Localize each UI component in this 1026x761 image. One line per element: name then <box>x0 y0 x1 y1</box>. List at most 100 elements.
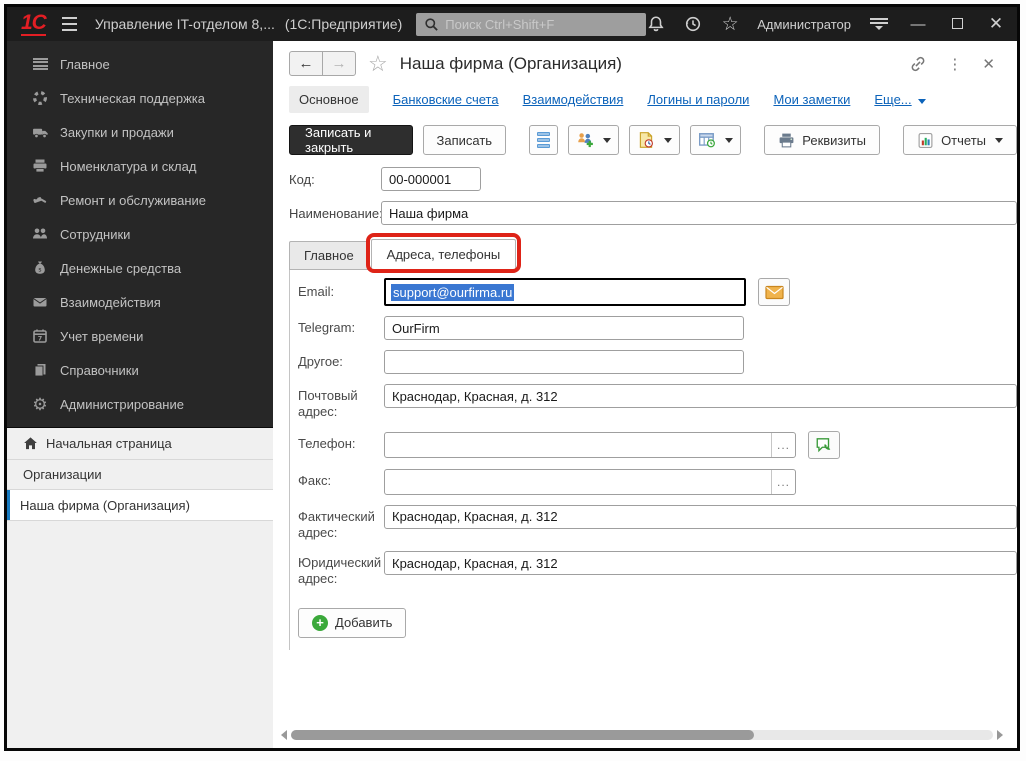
sidebar-item-vzaimodeystviya[interactable]: Взаимодействия <box>7 285 273 319</box>
fax-ellipsis-button[interactable]: ... <box>771 470 795 494</box>
svg-text:7: 7 <box>38 334 43 342</box>
sidebar-item-label: Администрирование <box>60 397 184 412</box>
link-more[interactable]: Еще... <box>874 92 925 107</box>
fax-value[interactable] <box>385 470 771 494</box>
chevron-down-icon <box>725 138 733 143</box>
favorites-star-icon[interactable]: ☆ <box>720 14 740 34</box>
link-logins-passwords[interactable]: Логины и пароли <box>647 92 749 107</box>
subtab-addresses-label: Адреса, телефоны <box>387 247 501 262</box>
sidebar-item-remont[interactable]: Ремонт и обслуживание <box>7 183 273 217</box>
naimenovanie-input[interactable]: Наша фирма <box>381 201 1017 225</box>
save-and-close-button[interactable]: Записать и закрыть <box>289 125 413 155</box>
close-window-button[interactable]: ✕ <box>985 14 1007 34</box>
home-icon <box>23 436 38 451</box>
telegram-input[interactable]: OurFirm <box>384 316 744 340</box>
scroll-left-icon[interactable] <box>281 730 287 740</box>
sidebar-item-glavnoe[interactable]: Главное <box>7 47 273 81</box>
sidebar-item-sotrudniki[interactable]: Сотрудники <box>7 217 273 251</box>
calendar-icon: 7 <box>31 327 49 345</box>
tab-osnovnoe[interactable]: Основное <box>289 86 369 113</box>
scroll-right-icon[interactable] <box>997 730 1003 740</box>
email-input[interactable]: support@ourfirma.ru <box>384 278 746 306</box>
main-menu-icon[interactable] <box>62 17 77 31</box>
more-menu-icon[interactable]: ⋮ <box>947 55 962 73</box>
sidebar-page-label: Наша фирма (Организация) <box>20 498 190 513</box>
otchety-button[interactable]: Отчеты <box>903 125 1017 155</box>
global-search-input[interactable]: Поиск Ctrl+Shift+F <box>416 13 646 36</box>
actual-address-input[interactable]: Краснодар, Красная, д. 312 <box>384 505 1017 529</box>
scrollbar-track[interactable] <box>291 730 993 740</box>
postal-address-input[interactable]: Краснодар, Красная, д. 312 <box>384 384 1017 408</box>
menu-lines-icon <box>31 55 49 73</box>
telegram-label: Telegram: <box>298 320 384 336</box>
other-input[interactable] <box>384 350 744 374</box>
history-icon[interactable] <box>683 14 703 34</box>
phone-input[interactable]: ... <box>384 432 796 458</box>
phone-value[interactable] <box>385 433 771 457</box>
minimize-button[interactable]: — <box>907 16 929 33</box>
notifications-bell-icon[interactable] <box>646 14 666 34</box>
get-link-icon[interactable] <box>909 55 927 73</box>
truck-icon <box>31 123 49 141</box>
fax-input[interactable]: ... <box>384 469 796 495</box>
sidebar-item-label: Номенклатура и склад <box>60 159 196 174</box>
sidebar-item-nomenklatura[interactable]: Номенклатура и склад <box>7 149 273 183</box>
printer-icon <box>778 132 795 149</box>
sidebar-item-organizations[interactable]: Организации <box>7 460 273 490</box>
fax-label: Факс: <box>298 473 384 489</box>
addresses-tab-panel: Email: support@ourfirma.ru Telegram: Our… <box>289 270 1017 650</box>
kod-input[interactable]: 00-000001 <box>381 167 481 191</box>
other-label: Другое: <box>298 354 384 370</box>
sidebar-item-label: Взаимодействия <box>60 295 161 310</box>
sidebar-item-label: Ремонт и обслуживание <box>60 193 206 208</box>
back-button[interactable]: ← <box>289 51 323 76</box>
search-placeholder: Поиск Ctrl+Shift+F <box>445 17 554 32</box>
sidebar-item-podderzhka[interactable]: Техническая поддержка <box>7 81 273 115</box>
sidebar-item-zakupki[interactable]: Закупки и продажи <box>7 115 273 149</box>
rekvizity-button[interactable]: Реквизиты <box>764 125 880 155</box>
chevron-down-icon <box>918 99 926 104</box>
link-bank-accounts[interactable]: Банковские счета <box>393 92 499 107</box>
list-view-button[interactable] <box>529 125 558 155</box>
1c-logo: 1С <box>21 12 46 36</box>
naimenovanie-label: Наименование: <box>289 206 381 221</box>
sidebar-item-current-org[interactable]: Наша фирма (Организация) <box>7 490 273 521</box>
phone-chat-icon <box>815 436 833 454</box>
subtab-addresses[interactable]: Адреса, телефоны <box>371 239 517 270</box>
maximize-button[interactable] <box>946 16 968 33</box>
printer-icon <box>31 157 49 175</box>
legal-address-label: Юридический адрес: <box>298 551 384 588</box>
sidebar: Главное Техническая поддержка Закупки и … <box>7 41 273 748</box>
sidebar-item-uchet-vremeni[interactable]: 7 Учет времени <box>7 319 273 353</box>
call-phone-button[interactable] <box>808 431 840 459</box>
sidebar-item-home-page[interactable]: Начальная страница <box>7 427 273 460</box>
service-menu-icon[interactable] <box>868 18 890 30</box>
close-form-icon[interactable]: ✕ <box>982 55 995 73</box>
sidebar-item-administrirovanie[interactable]: ⚙ Администрирование <box>7 387 273 421</box>
sidebar-item-spravochniki[interactable]: Справочники <box>7 353 273 387</box>
horizontal-scrollbar[interactable] <box>281 729 1003 741</box>
sidebar-item-dengi[interactable]: s Денежные средства <box>7 251 273 285</box>
lifebuoy-icon <box>31 89 49 107</box>
add-employee-button[interactable] <box>568 125 619 155</box>
actual-address-label: Фактический адрес: <box>298 505 384 542</box>
add-favorite-star-icon[interactable]: ☆ <box>368 53 388 75</box>
chevron-down-icon <box>995 138 1003 143</box>
legal-address-input[interactable]: Краснодар, Красная, д. 312 <box>384 551 1017 575</box>
add-button[interactable]: + Добавить <box>298 608 406 638</box>
link-interactions[interactable]: Взаимодействия <box>523 92 624 107</box>
send-email-button[interactable] <box>758 278 790 306</box>
link-my-notes[interactable]: Мои заметки <box>773 92 850 107</box>
titlebar: 1С Управление IT-отделом 8,... (1С:Предп… <box>7 7 1017 41</box>
current-user[interactable]: Администратор <box>757 17 851 32</box>
tools-icon <box>31 191 49 209</box>
save-button[interactable]: Записать <box>423 125 507 155</box>
forward-button[interactable]: → <box>322 51 356 76</box>
people-icon <box>31 225 49 243</box>
scrollbar-thumb[interactable] <box>291 730 754 740</box>
gear-icon: ⚙ <box>31 395 49 413</box>
phone-ellipsis-button[interactable]: ... <box>771 433 795 457</box>
document-history-button[interactable] <box>629 125 680 155</box>
subtab-glavnoe[interactable]: Главное <box>289 241 369 270</box>
table-schedule-button[interactable] <box>690 125 741 155</box>
